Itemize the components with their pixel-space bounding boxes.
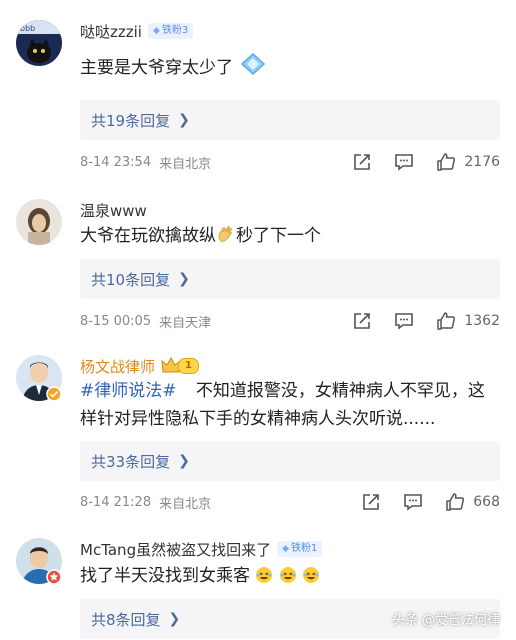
- username[interactable]: 温泉www: [80, 200, 147, 221]
- comment-button[interactable]: [403, 492, 423, 512]
- replies-count: 共10条回复: [91, 270, 171, 289]
- comment-button[interactable]: [394, 311, 414, 331]
- fan-badge: ◆ 铁粉1: [277, 541, 323, 557]
- comment-time: 8-14 21:28: [80, 494, 152, 510]
- thumbs-up-icon: [437, 153, 456, 171]
- thumbs-up-icon: [446, 493, 465, 511]
- actions: 668: [339, 492, 500, 512]
- svg-text:bbb: bbb: [20, 24, 35, 33]
- comment-text-body: 主要是大爷穿太少了: [80, 58, 233, 78]
- verified-badge-icon: [46, 386, 62, 402]
- fan-badge-label: 铁粉1: [291, 543, 318, 554]
- like-button[interactable]: 1362: [436, 311, 500, 331]
- fan-badge: ◆ 铁粉3: [147, 23, 194, 39]
- share-button[interactable]: [361, 492, 381, 512]
- like-count: 2176: [464, 154, 500, 170]
- replies-count: 共33条回复: [91, 452, 171, 471]
- share-button[interactable]: [352, 311, 372, 331]
- clapping-hands-icon: [218, 226, 232, 242]
- laughing-emoji-group: [255, 566, 320, 586]
- meta-row: 8-14 21:28 来自北京 668: [80, 490, 500, 514]
- comment-icon: [395, 313, 414, 330]
- verified-badge-icon: [46, 569, 62, 585]
- user-row: 温泉www: [80, 199, 147, 221]
- comment-text-part2: 秒了下一个: [236, 226, 321, 246]
- comment-location: 来自北京: [159, 496, 212, 512]
- comment-icon: [395, 154, 414, 171]
- laughing-face-icon: [279, 567, 296, 583]
- thumbs-up-icon: [437, 312, 456, 330]
- diamond-icon: ◆: [152, 26, 160, 36]
- sparkle-diamond-icon: [241, 52, 266, 76]
- comment-time: 8-14 23:54: [80, 154, 152, 170]
- comment-button[interactable]: [394, 152, 414, 172]
- chevron-right-icon: ❯: [178, 271, 190, 287]
- comment-time: 8-15 00:05: [80, 313, 152, 329]
- diamond-icon: ◆: [282, 544, 290, 554]
- comment-location: 来自北京: [159, 156, 212, 172]
- avatar[interactable]: [16, 199, 62, 245]
- comment-text: 主要是大爷穿太少了: [80, 52, 496, 82]
- fan-badge-label: 铁粉3: [161, 25, 189, 36]
- chevron-right-icon: ❯: [178, 453, 190, 469]
- chevron-right-icon: ❯: [178, 112, 190, 128]
- replies-button[interactable]: 共10条回复 ❯: [80, 259, 500, 299]
- comment-location: 来自天津: [159, 315, 212, 331]
- user-row: McTang虽然被盗又找回来了 ◆ 铁粉1: [80, 538, 323, 560]
- username[interactable]: 杨文战律师: [80, 356, 155, 377]
- comment-text: 大爷在玩欲擒故纵 秒了下一个: [80, 222, 496, 250]
- username[interactable]: McTang虽然被盗又找回来了: [80, 539, 271, 560]
- replies-button[interactable]: 共19条回复 ❯: [80, 100, 500, 140]
- comment-text-part1: 大爷在玩欲擒故纵: [80, 226, 216, 246]
- like-count: 668: [473, 494, 500, 510]
- avatar[interactable]: bbb: [16, 20, 62, 66]
- replies-count: 共8条回复: [91, 610, 161, 629]
- share-icon: [354, 313, 371, 329]
- meta-row: 8-14 23:54 来自北京 2176: [80, 150, 500, 174]
- vip-level: 1: [178, 358, 199, 374]
- user-row: 哒哒zzzii ◆ 铁粉3: [80, 20, 194, 42]
- like-button[interactable]: 2176: [436, 152, 500, 172]
- comment-text-body: 找了半天没找到女乘客: [80, 566, 250, 586]
- actions: 1362: [330, 311, 500, 331]
- comment-text: 找了半天没找到女乘客: [80, 562, 496, 590]
- laughing-face-icon: [256, 567, 273, 583]
- watermark: 头条 @爱普法何律: [391, 613, 500, 628]
- share-icon: [354, 154, 371, 170]
- share-icon: [363, 494, 380, 510]
- username[interactable]: 哒哒zzzii: [80, 21, 142, 42]
- user-row: 杨文战律师 1: [80, 355, 199, 377]
- like-count: 1362: [464, 313, 500, 329]
- actions: 2176: [330, 152, 500, 172]
- like-button[interactable]: 668: [445, 492, 500, 512]
- comment-text: #律师说法# 不知道报警没，女精神病人不罕见，这样针对异性隐私下手的女精神病人头…: [80, 377, 496, 433]
- meta-row: 8-15 00:05 来自天津 1362: [80, 309, 500, 333]
- comment-icon: [404, 494, 423, 511]
- laughing-face-icon: [303, 567, 320, 583]
- chevron-right-icon: ❯: [168, 611, 181, 627]
- hashtag-link[interactable]: #律师说法#: [80, 381, 177, 401]
- replies-button[interactable]: 共33条回复 ❯: [80, 441, 500, 481]
- replies-count: 共19条回复: [91, 111, 171, 130]
- share-button[interactable]: [352, 152, 372, 172]
- vip-level-badge: 1: [161, 357, 199, 375]
